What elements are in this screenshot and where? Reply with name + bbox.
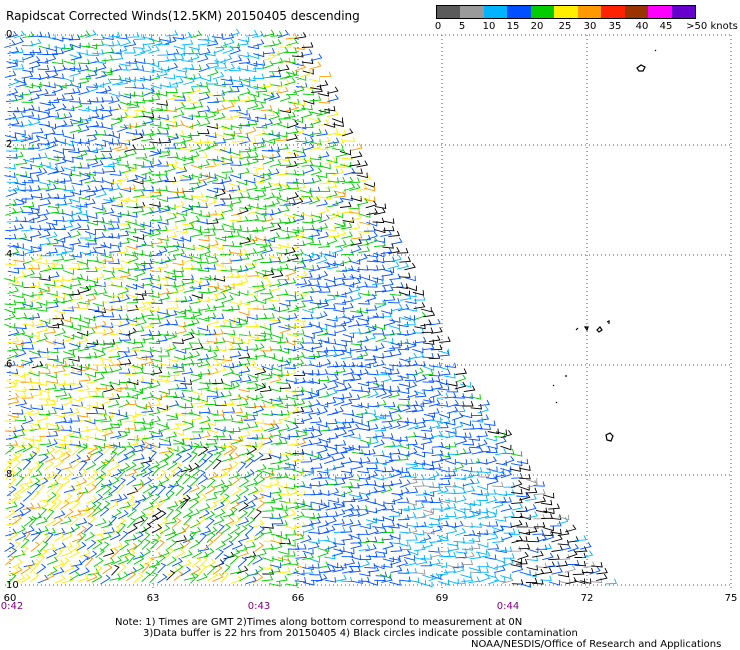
lon-tick-69: 69 [435,593,449,604]
lat-tick-0: 0 [6,29,13,40]
lat-tick-4: 4 [6,249,13,260]
time-tick-3: 0:44 [496,601,520,612]
time-tick-1: 0:42 [0,601,24,612]
wind-barb-map [3,28,733,588]
lon-tick-66: 66 [291,593,305,604]
lat-tick-10: 10 [6,580,19,591]
map-frame [5,35,733,588]
lon-tick-75: 75 [724,593,738,604]
lon-tick-63: 63 [146,593,160,604]
time-tick-2: 0:43 [247,601,271,612]
note-line-2: 3)Data buffer is 22 hrs from 20150405 4)… [143,628,578,639]
note-line-3: NOAA/NESDIS/Office of Research and Appli… [471,639,722,650]
lat-tick-6: 6 [6,359,13,370]
lat-tick-8: 8 [6,469,13,480]
lat-tick-2: 2 [6,139,13,150]
lon-tick-72: 72 [580,593,594,604]
note-line-1: Note: 1) Times are GMT 2)Times along bot… [115,617,523,628]
